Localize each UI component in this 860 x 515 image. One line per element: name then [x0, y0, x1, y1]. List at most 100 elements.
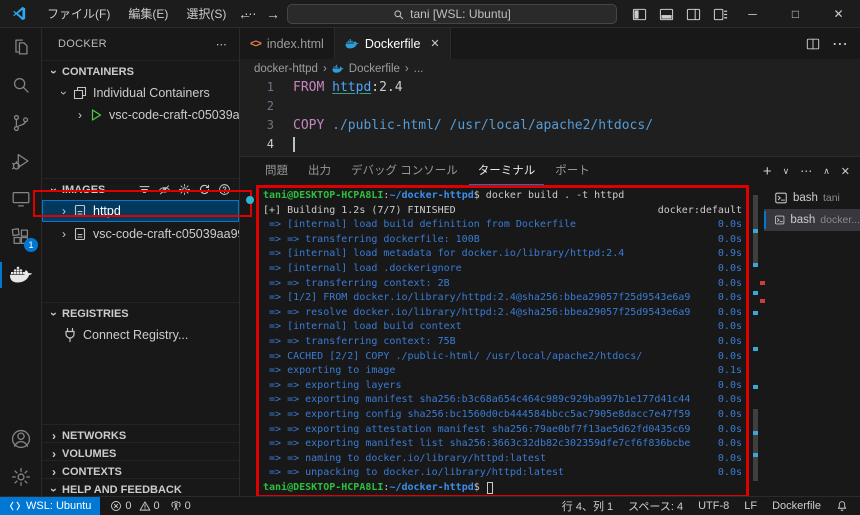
source-control-icon: [10, 112, 32, 134]
status-line-col[interactable]: 行 4、列 1: [562, 498, 613, 514]
section-containers[interactable]: › CONTAINERS: [42, 60, 239, 82]
minimize-button[interactable]: ─: [731, 0, 774, 28]
terminal-line: tani@DESKTOP-HCPA8LI:~/docker-httpd$ doc…: [263, 189, 742, 204]
remote-label: WSL: Ubuntu: [26, 500, 91, 512]
terminal-output: tani@DESKTOP-HCPA8LI:~/docker-httpd$ doc…: [263, 189, 742, 495]
panel-tab-debug-console[interactable]: デバッグ コンソール: [342, 158, 467, 185]
terminal-line: => => exporting layers0.0s: [263, 379, 742, 394]
ports-indicator[interactable]: 0: [170, 500, 191, 512]
terminal-scrollbar[interactable]: [753, 187, 758, 495]
new-terminal-icon[interactable]: +: [763, 163, 772, 180]
terminal-instance-bash-tani[interactable]: bash tani: [764, 187, 860, 209]
status-language[interactable]: Dockerfile: [772, 500, 821, 512]
activity-source-control[interactable]: [0, 104, 42, 142]
tree-item-connect-registry[interactable]: Connect Registry...: [42, 324, 239, 346]
refresh-icon[interactable]: [198, 183, 211, 196]
menu-selection[interactable]: 選択(S): [177, 3, 235, 25]
activity-accounts[interactable]: [0, 420, 42, 458]
tab-dockerfile[interactable]: Dockerfile ✕: [335, 28, 451, 59]
terminal-dropdown-icon[interactable]: ∨: [783, 166, 790, 177]
chevron-icon: ›: [57, 85, 71, 101]
help-icon[interactable]: [218, 183, 231, 196]
menu-edit[interactable]: 編集(E): [119, 3, 177, 25]
editor-tab-bar: <> index.html Dockerfile ✕ ⋯: [240, 28, 860, 59]
activity-search[interactable]: [0, 66, 42, 104]
code-editor[interactable]: 1FROM httpd:2.423COPY ./public-html/ /us…: [240, 78, 860, 156]
remote-indicator[interactable]: WSL: Ubuntu: [0, 497, 100, 515]
ports-count: 0: [185, 500, 191, 512]
terminal-actions: + ∨ ⋯ ∧ ✕: [763, 157, 850, 185]
status-eol[interactable]: LF: [744, 500, 757, 512]
chevron-icon: ›: [47, 64, 61, 80]
panel-tab-ports[interactable]: ポート: [546, 158, 599, 185]
terminal-line: => [internal] load metadata for docker.i…: [263, 247, 742, 262]
terminal-line: => => resolve docker.io/library/httpd:2.…: [263, 306, 742, 321]
terminal[interactable]: tani@DESKTOP-HCPA8LI:~/docker-httpd$ doc…: [256, 185, 749, 498]
chevron-icon: ›: [46, 447, 62, 461]
docker-image-icon: [72, 226, 88, 242]
panel-tab-terminal[interactable]: ターミナル: [469, 158, 545, 185]
panel-close-icon[interactable]: ✕: [841, 165, 850, 178]
tab-label: Dockerfile: [365, 37, 421, 51]
tree-item-image-vsc[interactable]: › vsc-code-craft-c05039aa99...: [42, 223, 239, 245]
chevron-icon: ›: [56, 204, 72, 218]
terminal-line: => [internal] load .dockerignore0.0s: [263, 262, 742, 277]
breadcrumb-folder[interactable]: docker-httpd: [254, 63, 318, 75]
filter-icon[interactable]: [138, 183, 151, 196]
breadcrumb-symbol[interactable]: ...: [414, 63, 424, 75]
forward-arrow-icon[interactable]: →: [266, 6, 280, 22]
explorer-icon: [10, 36, 32, 58]
radio-tower-icon: [170, 500, 182, 512]
terminal-suffix: docker...: [820, 214, 860, 226]
customize-layout-icon[interactable]: [713, 7, 728, 22]
toggle-panel-icon[interactable]: [659, 7, 674, 22]
chevron-icon: ›: [46, 429, 62, 443]
section-registries[interactable]: › REGISTRIES: [42, 302, 239, 324]
maximize-button[interactable]: □: [774, 0, 817, 28]
terminal-icon: [774, 191, 788, 205]
gear-icon[interactable]: [178, 183, 191, 196]
close-button[interactable]: ✕: [817, 0, 860, 28]
activity-settings[interactable]: [0, 458, 42, 496]
docker-whale-icon: [9, 263, 33, 287]
section-label: CONTEXTS: [62, 466, 122, 478]
toggle-secondary-sidebar-icon[interactable]: [686, 7, 701, 22]
section-images[interactable]: › IMAGES: [42, 178, 239, 200]
section-label: REGISTRIES: [62, 308, 129, 320]
bell-icon[interactable]: [836, 500, 848, 512]
status-indent[interactable]: スペース: 4: [628, 498, 683, 514]
panel-tab-problems[interactable]: 問題: [256, 158, 297, 185]
docker-sidebar: DOCKER ⋯ › CONTAINERS › Individual Conta…: [42, 28, 240, 496]
menu-file[interactable]: ファイル(F): [38, 3, 119, 25]
search-icon: [393, 9, 404, 20]
more-actions-icon[interactable]: ⋯: [832, 34, 848, 54]
activity-run-debug[interactable]: [0, 142, 42, 180]
panel-more-icon[interactable]: ⋯: [800, 164, 812, 178]
problems-indicator[interactable]: 0 0: [110, 500, 159, 512]
breadcrumb-file[interactable]: Dockerfile: [349, 63, 400, 75]
search-icon: [10, 74, 32, 96]
back-arrow-icon[interactable]: ←: [238, 6, 252, 22]
tab-close-icon[interactable]: ✕: [430, 37, 439, 50]
terminal-instance-bash-docker[interactable]: bash docker...: [764, 209, 860, 231]
status-encoding[interactable]: UTF-8: [698, 500, 729, 512]
layout-controls: [632, 0, 728, 28]
activity-extensions[interactable]: 1: [0, 218, 42, 256]
tree-item-image-httpd[interactable]: › httpd: [42, 200, 239, 222]
panel-tab-output[interactable]: 出力: [299, 158, 340, 185]
activity-remote-explorer[interactable]: [0, 180, 42, 218]
command-center-search[interactable]: tani [WSL: Ubuntu]: [287, 4, 617, 24]
panel-maximize-icon[interactable]: ∧: [823, 166, 830, 177]
split-editor-icon[interactable]: [806, 37, 820, 51]
activity-docker[interactable]: [0, 256, 42, 294]
tab-index-html[interactable]: <> index.html: [240, 28, 335, 59]
tree-item-individual-containers[interactable]: › Individual Containers: [42, 82, 239, 104]
sidebar-more-icon[interactable]: ⋯: [216, 38, 227, 51]
activity-explorer[interactable]: [0, 28, 42, 66]
breadcrumb[interactable]: docker-httpd › Dockerfile › ...: [240, 59, 860, 78]
remote-icon: [9, 500, 21, 512]
eye-off-icon[interactable]: [158, 183, 171, 196]
tree-item-container[interactable]: › vsc-code-craft-c05039aa9...: [42, 104, 239, 126]
toggle-sidebar-icon[interactable]: [632, 7, 647, 22]
section-help-feedback[interactable]: › HELP AND FEEDBACK: [42, 478, 239, 496]
